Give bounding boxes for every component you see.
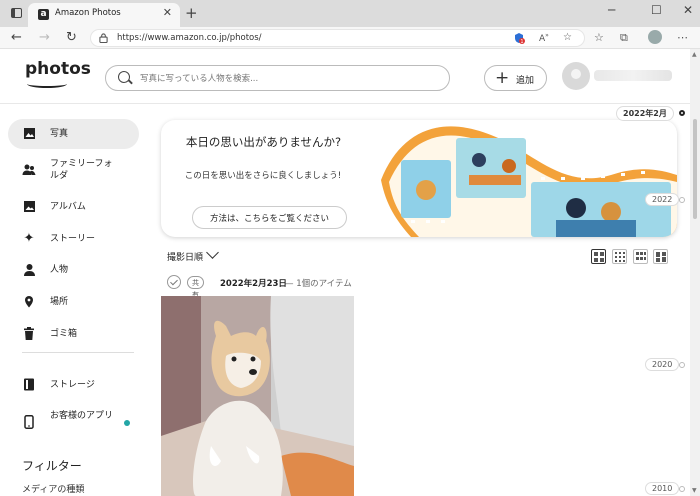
add-button[interactable]: + 追加 [484,65,547,91]
timeline-year-marker [679,486,685,492]
sidebar-item-stories[interactable]: ✦ ストーリー [8,224,139,254]
sidebar-nav: 写真 ファミリーフォルダ アルバム ✦ ストーリー 人物 場所 ゴミ箱 ストレー… [0,105,150,496]
close-window-icon[interactable]: ✕ [683,3,693,17]
view-medium-grid-icon[interactable] [633,249,648,264]
more-menu-icon[interactable]: ⋯ [677,31,688,44]
timeline-year-label[interactable]: 2020 [645,358,680,371]
address-bar-row: ← → ↻ https://www.amazon.co.jp/photos/ 1… [0,27,700,49]
browser-profile-avatar[interactable] [648,30,662,44]
url-text: https://www.amazon.co.jp/photos/ [117,33,262,43]
photos-logo[interactable]: photos [25,59,91,79]
sidebar-item-label: ストレージ [50,380,95,390]
amazon-photos-app: photos + 追加 写真 ファミリーフォルダ [0,49,690,496]
extension-shield-icon[interactable]: 1 [513,32,525,47]
sidebar-divider [22,352,134,353]
lock-icon [99,33,108,43]
trash-icon [22,327,36,341]
search-input[interactable] [140,70,440,87]
sidebar-item-people[interactable]: 人物 [8,255,139,285]
favorites-icon[interactable]: ☆ [594,31,604,44]
amazon-favicon-icon: a [38,9,49,20]
minimize-icon[interactable]: ─ [608,3,615,17]
svg-text:1: 1 [520,39,523,44]
plus-icon: + [495,68,510,88]
sidebar-item-albums[interactable]: アルバム [8,192,139,222]
sort-dropdown-label[interactable]: 撮影日順 [167,250,203,263]
share-badge[interactable]: 共有 [187,276,204,299]
browser-tab-bar: a Amazon Photos ✕ + ─ ☐ ✕ [0,0,700,27]
url-field[interactable]: https://www.amazon.co.jp/photos/ 1 A» ☆ [90,29,585,47]
logo-smile-icon [27,80,67,88]
scroll-up-icon[interactable]: ▲ [692,51,697,58]
location-pin-icon [22,295,36,309]
forward-icon[interactable]: → [39,30,50,45]
timeline-current-month[interactable]: 2022年2月 [616,106,674,121]
sidebar-item-label: 人物 [50,265,69,275]
sidebar-item-label: ゴミ箱 [50,329,78,339]
timeline-year-marker [679,197,685,203]
collections-icon[interactable]: ⧉ [620,31,628,45]
sidebar-item-label: 写真 [50,129,69,139]
film-strip-illustration [381,126,677,237]
tab-title: Amazon Photos [55,8,121,18]
view-large-grid-icon[interactable] [591,249,606,264]
user-name-redacted [594,70,672,81]
sidebar-item-photos[interactable]: 写真 [8,119,139,149]
group-date: 2022年2月23日 [220,279,287,289]
filter-heading: フィルター [22,459,82,473]
sidebar-item-label: お客様のアプリ [50,411,114,421]
notification-dot [124,420,130,426]
view-mosaic-icon[interactable] [653,249,668,264]
view-small-grid-icon[interactable] [612,249,627,264]
storage-icon [22,378,36,392]
add-button-label: 追加 [516,76,535,86]
sidebar-item-apps[interactable]: お客様のアプリ [8,407,139,437]
timeline-current-marker [679,110,685,116]
search-box[interactable] [105,65,450,91]
timeline-year-marker [679,362,685,368]
timeline-year-label[interactable]: 2022 [645,193,680,206]
chevron-down-icon[interactable] [206,246,219,259]
timeline-year-label[interactable]: 2010 [645,482,680,495]
favorite-star-icon[interactable]: ☆ [563,32,572,43]
banner-title: 本日の思い出がありませんか? [185,135,342,149]
photo-thumbnail[interactable] [161,296,354,496]
tab-close-icon[interactable]: ✕ [163,6,172,19]
album-icon [22,200,36,214]
read-aloud-icon[interactable]: A» [539,32,549,44]
tab-actions-icon[interactable] [11,8,22,18]
phone-icon [22,415,36,429]
sidebar-item-label: アルバム [50,202,86,212]
sidebar-item-label: 場所 [50,297,69,307]
sidebar-item-places[interactable]: 場所 [8,287,139,317]
sidebar-item-family-folder[interactable]: ファミリーフォルダ [8,155,139,185]
sidebar-item-label: ファミリーフォルダ [50,159,113,181]
maximize-icon[interactable]: ☐ [651,3,662,17]
back-icon[interactable]: ← [11,30,22,45]
search-icon [118,71,130,83]
banner-subtitle: この日を思い出をさらに良くしましょう! [184,171,342,181]
person-icon [22,263,36,277]
refresh-icon[interactable]: ↻ [66,30,77,45]
photo-icon [22,127,36,141]
page-scrollbar[interactable]: ▲ ▼ [690,49,700,496]
user-avatar[interactable] [562,62,590,90]
learn-how-button[interactable]: 方法は、こちらをご覧ください [192,206,347,229]
scroll-thumb[interactable] [693,119,697,219]
filter-media-type[interactable]: メディアの種類 [22,482,84,495]
new-tab-icon[interactable]: + [185,4,198,22]
sidebar-item-trash[interactable]: ゴミ箱 [8,319,139,349]
memories-banner: 本日の思い出がありませんか? この日を思い出をさらに良くしましょう! 方法は、こ… [161,120,677,237]
app-header: photos + 追加 [0,49,690,104]
sparkle-icon: ✦ [23,231,35,246]
sidebar-item-storage[interactable]: ストレージ [8,370,139,400]
family-icon [22,163,36,177]
scroll-down-icon[interactable]: ▼ [692,487,697,494]
browser-tab[interactable]: a Amazon Photos ✕ [28,3,180,27]
group-item-count: — 1個のアイテム [285,279,352,289]
sidebar-item-label: ストーリー [50,234,96,244]
select-group-checkbox[interactable] [167,275,181,289]
